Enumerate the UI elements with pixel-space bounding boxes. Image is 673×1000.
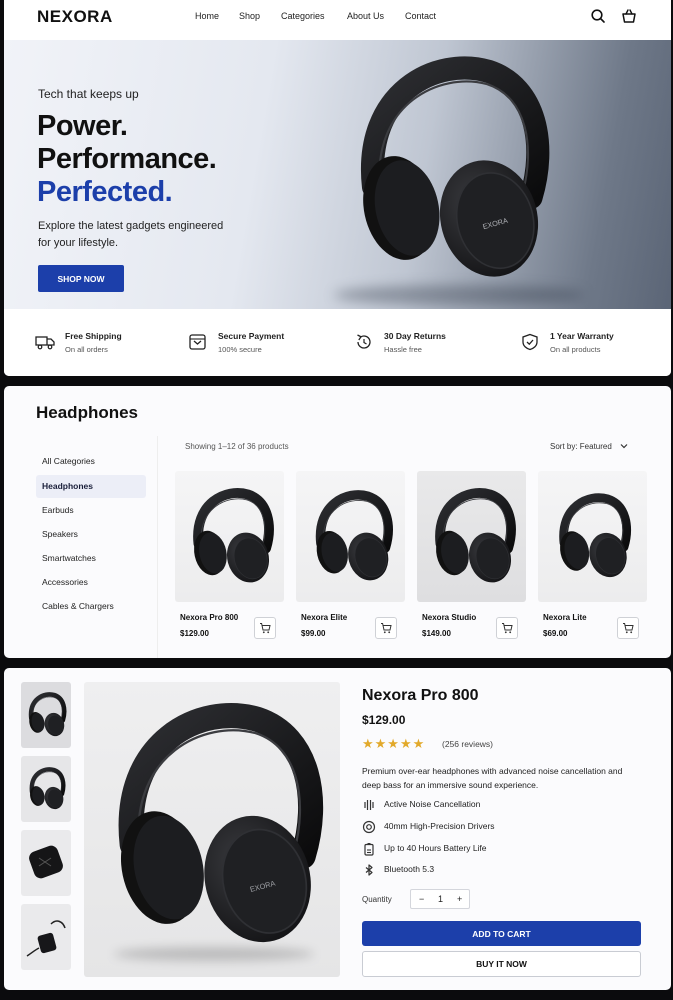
brand-logo[interactable]: NEXORA bbox=[37, 7, 113, 27]
quantity-value[interactable]: 1 bbox=[438, 894, 443, 904]
product-price: $69.00 bbox=[543, 629, 568, 638]
shield-icon bbox=[522, 333, 538, 351]
quantity-increment-button[interactable]: + bbox=[457, 894, 462, 904]
product-description: Premium over-ear headphones with advance… bbox=[362, 766, 623, 790]
quantity-decrement-button[interactable]: − bbox=[419, 894, 424, 904]
features-bar: Free Shipping On all orders Secure Payme… bbox=[4, 309, 671, 376]
spec-text: Bluetooth 5.3 bbox=[384, 864, 435, 874]
nav-categories-link[interactable]: Categories bbox=[281, 11, 325, 21]
shop-now-button[interactable]: SHOP NOW bbox=[38, 265, 124, 292]
feature-subtitle: On all products bbox=[550, 345, 601, 354]
product-title: Nexora Pro 800 bbox=[362, 687, 479, 704]
top-navbar: NEXORA Home Shop Categories About Us Con… bbox=[4, 0, 671, 40]
hero-headline-1: Power. bbox=[37, 110, 128, 142]
add-to-cart-button[interactable] bbox=[254, 617, 276, 639]
star-icons: ★★★★★ bbox=[362, 736, 426, 751]
nav-home-link[interactable]: Home bbox=[195, 11, 219, 21]
hero-subtitle-line-2: for your lifestyle. bbox=[38, 237, 119, 249]
product-price: $129.00 bbox=[362, 713, 406, 727]
spec-text: 40mm High-Precision Drivers bbox=[384, 821, 495, 831]
sidebar-item-accessories[interactable]: Accessories bbox=[36, 571, 146, 594]
product-detail-panel: EXORA Nexora Pro 800 $129.00 ★★★★★ (256 … bbox=[4, 668, 671, 990]
product-name[interactable]: Nexora Lite bbox=[543, 613, 587, 622]
product-image bbox=[417, 471, 526, 602]
product-card[interactable]: Nexora Pro 800 $129.00 bbox=[175, 471, 284, 641]
category-panel: Headphones All Categories Headphones Ear… bbox=[4, 386, 671, 658]
return-icon bbox=[357, 334, 371, 349]
nav-about-link[interactable]: About Us bbox=[347, 11, 384, 21]
product-card[interactable]: Nexora Studio $149.00 bbox=[417, 471, 526, 641]
product-card[interactable]: Nexora Lite $69.00 bbox=[538, 471, 647, 641]
feature-title: Free Shipping bbox=[65, 331, 122, 341]
quantity-stepper: − 1 + bbox=[410, 889, 470, 909]
product-price: $129.00 bbox=[180, 629, 209, 638]
quantity-label: Quantity bbox=[362, 895, 392, 904]
product-main-image: EXORA bbox=[84, 682, 340, 977]
rating-stars: ★★★★★ bbox=[362, 736, 425, 752]
feature-subtitle: On all orders bbox=[65, 345, 108, 354]
sidebar-item-headphones[interactable]: Headphones bbox=[36, 475, 146, 498]
feature-subtitle: 100% secure bbox=[218, 345, 262, 354]
product-image bbox=[175, 471, 284, 602]
card-icon bbox=[189, 334, 206, 350]
feature-title: 30 Day Returns bbox=[384, 331, 446, 341]
noise-cancel-icon bbox=[364, 800, 374, 810]
sidebar-item-all-categories[interactable]: All Categories bbox=[36, 450, 146, 473]
product-price: $99.00 bbox=[301, 629, 326, 638]
chevron-down-icon bbox=[620, 444, 628, 449]
sidebar-item-cables-chargers[interactable]: Cables & Chargers bbox=[36, 595, 146, 618]
cart-icon bbox=[623, 623, 634, 634]
product-name[interactable]: Nexora Pro 800 bbox=[180, 613, 238, 622]
thumbnail-front[interactable] bbox=[21, 682, 71, 748]
battery-icon bbox=[364, 843, 374, 856]
bluetooth-icon bbox=[365, 864, 373, 876]
nav-contact-link[interactable]: Contact bbox=[405, 11, 436, 21]
cart-icon bbox=[260, 623, 271, 634]
hero-tagline: Tech that keeps up bbox=[38, 87, 139, 101]
thumbnail-cable[interactable] bbox=[21, 904, 71, 970]
feature-title: 1 Year Warranty bbox=[550, 331, 614, 341]
add-to-cart-button[interactable] bbox=[375, 617, 397, 639]
category-sidebar: All Categories Headphones Earbuds Speake… bbox=[36, 436, 158, 658]
product-image bbox=[296, 471, 405, 602]
hero-headline-3: Perfected. bbox=[37, 176, 173, 208]
add-to-cart-button[interactable]: ADD TO CART bbox=[362, 921, 641, 946]
truck-icon bbox=[35, 336, 55, 350]
search-icon[interactable] bbox=[590, 8, 606, 24]
product-price: $149.00 bbox=[422, 629, 451, 638]
sidebar-item-smartwatches[interactable]: Smartwatches bbox=[36, 547, 146, 570]
cart-icon bbox=[381, 623, 392, 634]
review-count[interactable]: (256 reviews) bbox=[442, 739, 493, 749]
hero-headline-2: Performance. bbox=[37, 143, 217, 175]
cart-icon bbox=[502, 623, 513, 634]
sort-dropdown[interactable]: Sort by: Featured bbox=[550, 442, 628, 451]
sort-label: Sort by: Featured bbox=[550, 442, 612, 451]
product-name[interactable]: Nexora Elite bbox=[301, 613, 347, 622]
thumbnail-case[interactable] bbox=[21, 830, 71, 896]
buy-it-now-button[interactable]: BUY IT NOW bbox=[362, 951, 641, 977]
product-name[interactable]: Nexora Studio bbox=[422, 613, 476, 622]
hero-banner: Tech that keeps up Power. Performance. P… bbox=[4, 40, 671, 309]
thumbnail-side[interactable] bbox=[21, 756, 71, 822]
feature-title: Secure Payment bbox=[218, 331, 285, 341]
add-to-cart-button[interactable] bbox=[496, 617, 518, 639]
sidebar-item-speakers[interactable]: Speakers bbox=[36, 523, 146, 546]
hero-subtitle-line-1: Explore the latest gadgets engineered bbox=[38, 220, 224, 232]
results-count: Showing 1–12 of 36 products bbox=[185, 442, 289, 451]
feature-subtitle: Hassle free bbox=[384, 345, 422, 354]
category-title: Headphones bbox=[36, 403, 139, 422]
bag-icon[interactable] bbox=[621, 8, 637, 24]
hero-headphones-image: EXORA bbox=[342, 46, 552, 286]
spec-text: Active Noise Cancellation bbox=[384, 799, 481, 809]
product-card[interactable]: Nexora Elite $99.00 bbox=[296, 471, 405, 641]
spec-text: Up to 40 Hours Battery Life bbox=[384, 843, 487, 853]
home-panel: NEXORA Home Shop Categories About Us Con… bbox=[4, 0, 671, 376]
product-image bbox=[538, 471, 647, 602]
nav-shop-link[interactable]: Shop bbox=[239, 11, 260, 21]
sidebar-item-earbuds[interactable]: Earbuds bbox=[36, 499, 146, 522]
driver-icon bbox=[362, 820, 376, 834]
add-to-cart-button[interactable] bbox=[617, 617, 639, 639]
